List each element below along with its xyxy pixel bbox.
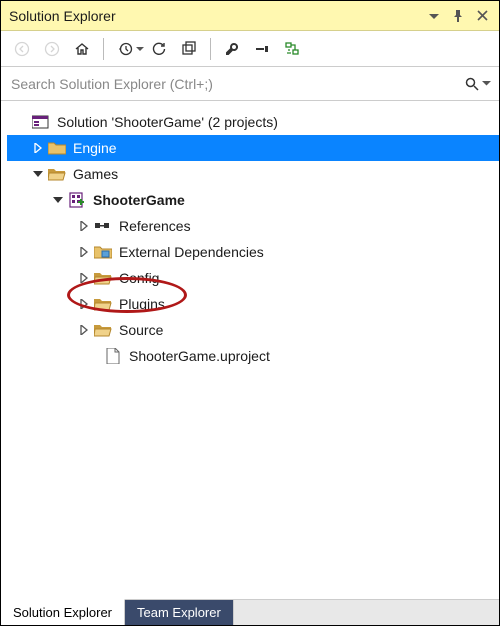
tree-item-label: ShooterGame.uproject	[129, 348, 270, 364]
project-icon	[67, 191, 87, 209]
panel-titlebar: Solution Explorer	[1, 1, 499, 31]
solution-explorer-panel: Solution Explorer	[0, 0, 500, 626]
folder-open-icon	[47, 165, 67, 183]
expand-glyph-icon[interactable]	[77, 297, 91, 311]
tab-solution-explorer[interactable]: Solution Explorer	[1, 599, 125, 625]
expand-glyph-icon[interactable]	[77, 323, 91, 337]
tree-item-label: References	[119, 218, 191, 234]
expand-glyph-icon[interactable]	[77, 245, 91, 259]
folder-open-icon	[93, 321, 113, 339]
tree-item-label: Games	[73, 166, 118, 182]
tab-team-explorer[interactable]: Team Explorer	[125, 600, 234, 625]
close-icon[interactable]	[473, 7, 491, 25]
toolbar-separator	[210, 38, 211, 60]
tree-item-games[interactable]: Games	[7, 161, 499, 187]
tree-item-label: Config	[119, 270, 159, 286]
home-button[interactable]	[69, 36, 95, 62]
folder-open-icon	[93, 295, 113, 313]
tab-label: Team Explorer	[137, 605, 221, 620]
expand-glyph-icon[interactable]	[31, 141, 45, 155]
refresh-button[interactable]	[146, 36, 172, 62]
expand-glyph-icon[interactable]	[77, 219, 91, 233]
tree-item-label: External Dependencies	[119, 244, 264, 260]
solution-icon	[31, 113, 51, 131]
tab-label: Solution Explorer	[13, 605, 112, 620]
toolbar-separator	[103, 38, 104, 60]
tree-item-label: Source	[119, 322, 163, 338]
panel-title: Solution Explorer	[9, 8, 419, 24]
expand-glyph-icon[interactable]	[77, 271, 91, 285]
search-bar	[1, 67, 499, 101]
search-icon[interactable]	[464, 76, 480, 92]
references-icon	[93, 217, 113, 235]
tree-item-label: ShooterGame	[93, 192, 185, 208]
folder-open-icon	[93, 269, 113, 287]
properties-button[interactable]	[219, 36, 245, 62]
solution-node[interactable]: Solution 'ShooterGame' (2 projects)	[7, 109, 499, 135]
tree-item-project-shootergame[interactable]: ShooterGame	[7, 187, 499, 213]
search-dropdown-icon[interactable]	[482, 79, 491, 88]
collapse-all-button[interactable]	[176, 36, 202, 62]
pin-icon[interactable]	[449, 7, 467, 25]
history-dropdown-icon[interactable]	[136, 45, 144, 53]
tree-item-engine[interactable]: Engine	[7, 135, 499, 161]
window-options-icon[interactable]	[425, 7, 443, 25]
bottom-tab-strip: Solution Explorer Team Explorer	[1, 599, 499, 625]
tree-item-references[interactable]: References	[7, 213, 499, 239]
show-all-files-button[interactable]	[249, 36, 275, 62]
tree-item-external-dependencies[interactable]: External Dependencies	[7, 239, 499, 265]
blank-glyph	[15, 115, 29, 129]
history-button[interactable]	[112, 36, 138, 62]
collapse-glyph-icon[interactable]	[31, 167, 45, 181]
tree-item-uproject-file[interactable]: ShooterGame.uproject	[7, 343, 499, 369]
solution-label: Solution 'ShooterGame' (2 projects)	[57, 114, 278, 130]
file-icon	[103, 347, 123, 365]
external-deps-icon	[93, 243, 113, 261]
view-class-diagram-button[interactable]	[279, 36, 305, 62]
nav-forward-button[interactable]	[39, 36, 65, 62]
tree-item-config[interactable]: Config	[7, 265, 499, 291]
nav-back-button[interactable]	[9, 36, 35, 62]
folder-icon	[47, 139, 67, 157]
tree-item-label: Plugins	[119, 296, 165, 312]
collapse-glyph-icon[interactable]	[51, 193, 65, 207]
solution-tree: Solution 'ShooterGame' (2 projects) Engi…	[1, 101, 499, 599]
search-input[interactable]	[9, 75, 464, 93]
toolbar	[1, 31, 499, 67]
tree-item-plugins[interactable]: Plugins	[7, 291, 499, 317]
tree-item-label: Engine	[73, 140, 117, 156]
tree-item-source[interactable]: Source	[7, 317, 499, 343]
